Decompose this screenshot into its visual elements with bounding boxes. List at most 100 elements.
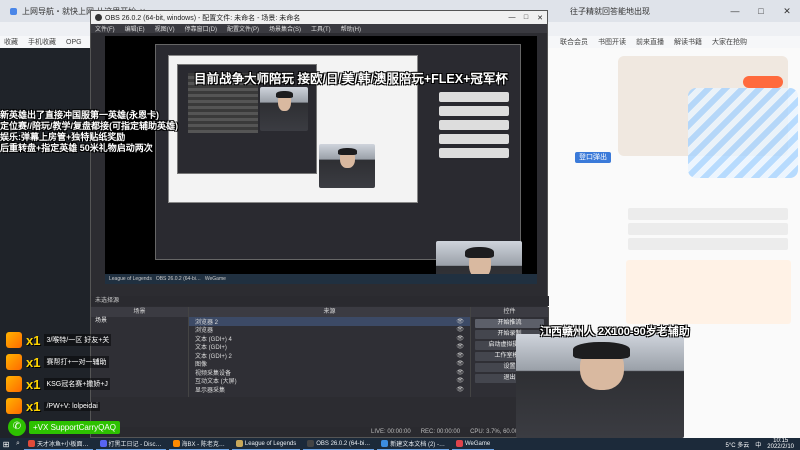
windows-start-icon[interactable]: ⊞ [0, 438, 12, 450]
gift-icon [6, 398, 22, 414]
menu-profile[interactable]: 配置文件(P) [227, 24, 259, 33]
captured-taskbar-item: WeGame [204, 276, 226, 282]
source-item[interactable]: 文本 (GDI+) 👁 [189, 343, 470, 351]
bookmark-item[interactable]: 大家在抢购 [712, 37, 747, 47]
visibility-eye-icon[interactable]: 👁 [456, 326, 464, 333]
visibility-eye-icon[interactable]: 👁 [456, 377, 464, 384]
obs-docks: 场景 场景 来源 浏览器 2 👁 浏览器 👁 文本 (GDI+) 4 👁 文本 (GD… [91, 307, 549, 397]
visibility-eye-icon[interactable]: 👁 [456, 335, 464, 342]
source-name: 显示器采集 [195, 387, 226, 394]
login-popup-button[interactable]: 登口弹出 [575, 152, 611, 163]
weather-widget[interactable]: 5°C 多云 [726, 440, 750, 449]
source-properties-bar: 未选择源 [91, 296, 549, 306]
visibility-eye-icon[interactable]: 👁 [456, 369, 464, 376]
chat-message [628, 208, 788, 220]
system-tray: 5°C 多云 中 10:15 2022/2/10 [726, 438, 800, 450]
menu-help[interactable]: 帮助(H) [341, 24, 361, 33]
taskbar-item[interactable]: League of Legends [231, 438, 301, 450]
taskbar-item[interactable]: 天才冰鱼+小板面… [24, 438, 93, 450]
maximize-button[interactable]: □ [519, 14, 533, 22]
menu-scene-collection[interactable]: 场景集合(S) [269, 24, 301, 33]
source-item[interactable]: 文本 (GDI+) 4 👁 [189, 334, 470, 343]
sources-dock: 来源 浏览器 2 👁 浏览器 👁 文本 (GDI+) 4 👁 文本 (GDI+) 👁 文… [189, 307, 471, 397]
live-badge [743, 76, 783, 88]
source-item[interactable]: 浏览器 👁 [189, 326, 470, 334]
menu-docks[interactable]: 停靠窗口(D) [185, 24, 217, 33]
clock[interactable]: 10:15 2022/2/10 [767, 438, 794, 450]
bookmark-item[interactable]: 书图开读 [598, 37, 626, 47]
gift-icon [6, 354, 22, 370]
notepad-icon [381, 440, 389, 447]
bookmark-item[interactable]: 解读书籍 [674, 37, 702, 47]
wegame-icon [455, 440, 463, 447]
browser-tab[interactable]: 往子精就回答能地出现 [564, 2, 656, 20]
gift-count: x1 [26, 398, 41, 414]
taskbar-item-label: WeGame [464, 440, 491, 447]
gift-text: KSG冠名赛+撒娇+J [44, 378, 110, 390]
taskbar-item-label: 打黑工日记 - Disc… [108, 442, 162, 448]
menu-file[interactable]: 文件(F) [95, 24, 115, 33]
source-item[interactable]: 显示器采集 👁 [189, 385, 470, 394]
taskbar-item-label: 新建文本文档 (2) -… [390, 442, 445, 448]
gift-text: 3/喉特/一区 好友+关 [44, 334, 112, 346]
visibility-eye-icon[interactable]: 👁 [456, 386, 464, 393]
clock-date: 2022/2/10 [767, 444, 794, 450]
source-item[interactable]: 文本 (GDI+) 2 👁 [189, 351, 470, 360]
minimize-button[interactable]: — [505, 14, 519, 22]
taskbar-item-label: League of Legends [244, 440, 297, 447]
captured-taskbar-item: OBS 26.0.2 (64-bi… [155, 276, 201, 282]
source-item[interactable]: 视频采集设备 👁 [189, 368, 470, 377]
bookmark-item[interactable]: OPG [66, 39, 82, 46]
input-language[interactable]: 中 [755, 440, 761, 449]
menu-view[interactable]: 视图(V) [155, 24, 175, 33]
taskbar-item[interactable]: 新建文本文档 (2) -… [377, 438, 449, 450]
webcam-feed [260, 87, 308, 131]
visibility-eye-icon[interactable]: 👁 [456, 343, 464, 350]
overlay-line: 娱乐:弹幕上房管+独特贴纸奖励 [0, 132, 126, 142]
source-item[interactable]: 互动文本 (大屏) 👁 [189, 377, 470, 385]
chat-list [628, 208, 788, 253]
maximize-button[interactable]: □ [748, 0, 774, 22]
overlay-line: 定位赛//陪玩/教学/复盘都接(可指定辅助英雄) [0, 121, 178, 131]
visibility-eye-icon[interactable]: 👁 [456, 360, 464, 367]
search-icon[interactable]: ⌕ [12, 440, 24, 448]
taskbar-item[interactable]: WeGame [451, 438, 495, 450]
app-icon [172, 440, 180, 447]
source-item[interactable]: 浏览器 2 👁 [189, 317, 470, 326]
gift-count: x1 [26, 354, 41, 370]
visibility-eye-icon[interactable]: 👁 [456, 352, 464, 359]
close-button[interactable]: ✕ [774, 0, 800, 22]
overlay-title: 目前战争大师陪玩 接欧/日/美/韩/澳服陪玩+FLEX+冠军杯 [194, 72, 508, 86]
menu-tools[interactable]: 工具(T) [311, 24, 331, 33]
obs-menu-bar: 文件(F) 编辑(E) 视图(V) 停靠窗口(D) 配置文件(P) 场景集合(S… [91, 24, 547, 33]
gift-count: x1 [26, 376, 41, 392]
menu-edit[interactable]: 编辑(E) [125, 24, 145, 33]
source-item[interactable]: 图像 👁 [189, 360, 470, 368]
gift-entry: x1 KSG冠名赛+撒娇+J [6, 374, 136, 394]
close-button[interactable]: ✕ [533, 14, 547, 22]
taskbar-item[interactable]: 打黑工日记 - Disc… [95, 438, 166, 450]
visibility-eye-icon[interactable]: 👁 [456, 318, 464, 325]
chat-message [628, 238, 788, 250]
obs-title-text: OBS 26.0.2 (64-bit, windows) - 配置文件: 未命名… [105, 14, 301, 22]
minimize-button[interactable]: — [722, 0, 748, 22]
obs-title-bar: OBS 26.0.2 (64-bit, windows) - 配置文件: 未命名… [91, 11, 547, 24]
gift-entry: x1 赛帮打+一对一辅助 [6, 352, 136, 372]
scene-item[interactable]: 场景 [91, 317, 188, 326]
captured-taskbar-item: League of Legends [109, 276, 152, 282]
webcam-feed [319, 144, 375, 188]
webcam-caption: 江西赣州人 2X100-90岁老辅助 [540, 326, 690, 338]
obs-logo-icon [95, 14, 102, 21]
bookmark-item[interactable]: 收藏 [4, 37, 18, 47]
bookmark-item[interactable]: 联合会员 [560, 37, 588, 47]
bookmark-item[interactable]: 手机收藏 [28, 37, 56, 47]
browser-tab-label: 往子精就回答能地出现 [570, 6, 650, 16]
gift-entry: x1 3/喉特/一区 好友+关 [6, 330, 136, 350]
nested-page-list [439, 92, 509, 162]
taskbar-item[interactable]: 海BX - 陈老克… [168, 438, 229, 450]
start-streaming-button[interactable]: 开始推流 [475, 319, 544, 328]
wechat-icon: ✆ [8, 418, 26, 436]
bookmark-item[interactable]: 前来直播 [636, 37, 664, 47]
gift-icon [6, 376, 22, 392]
taskbar-item[interactable]: OBS 26.0.2 (64-bi… [303, 438, 375, 450]
